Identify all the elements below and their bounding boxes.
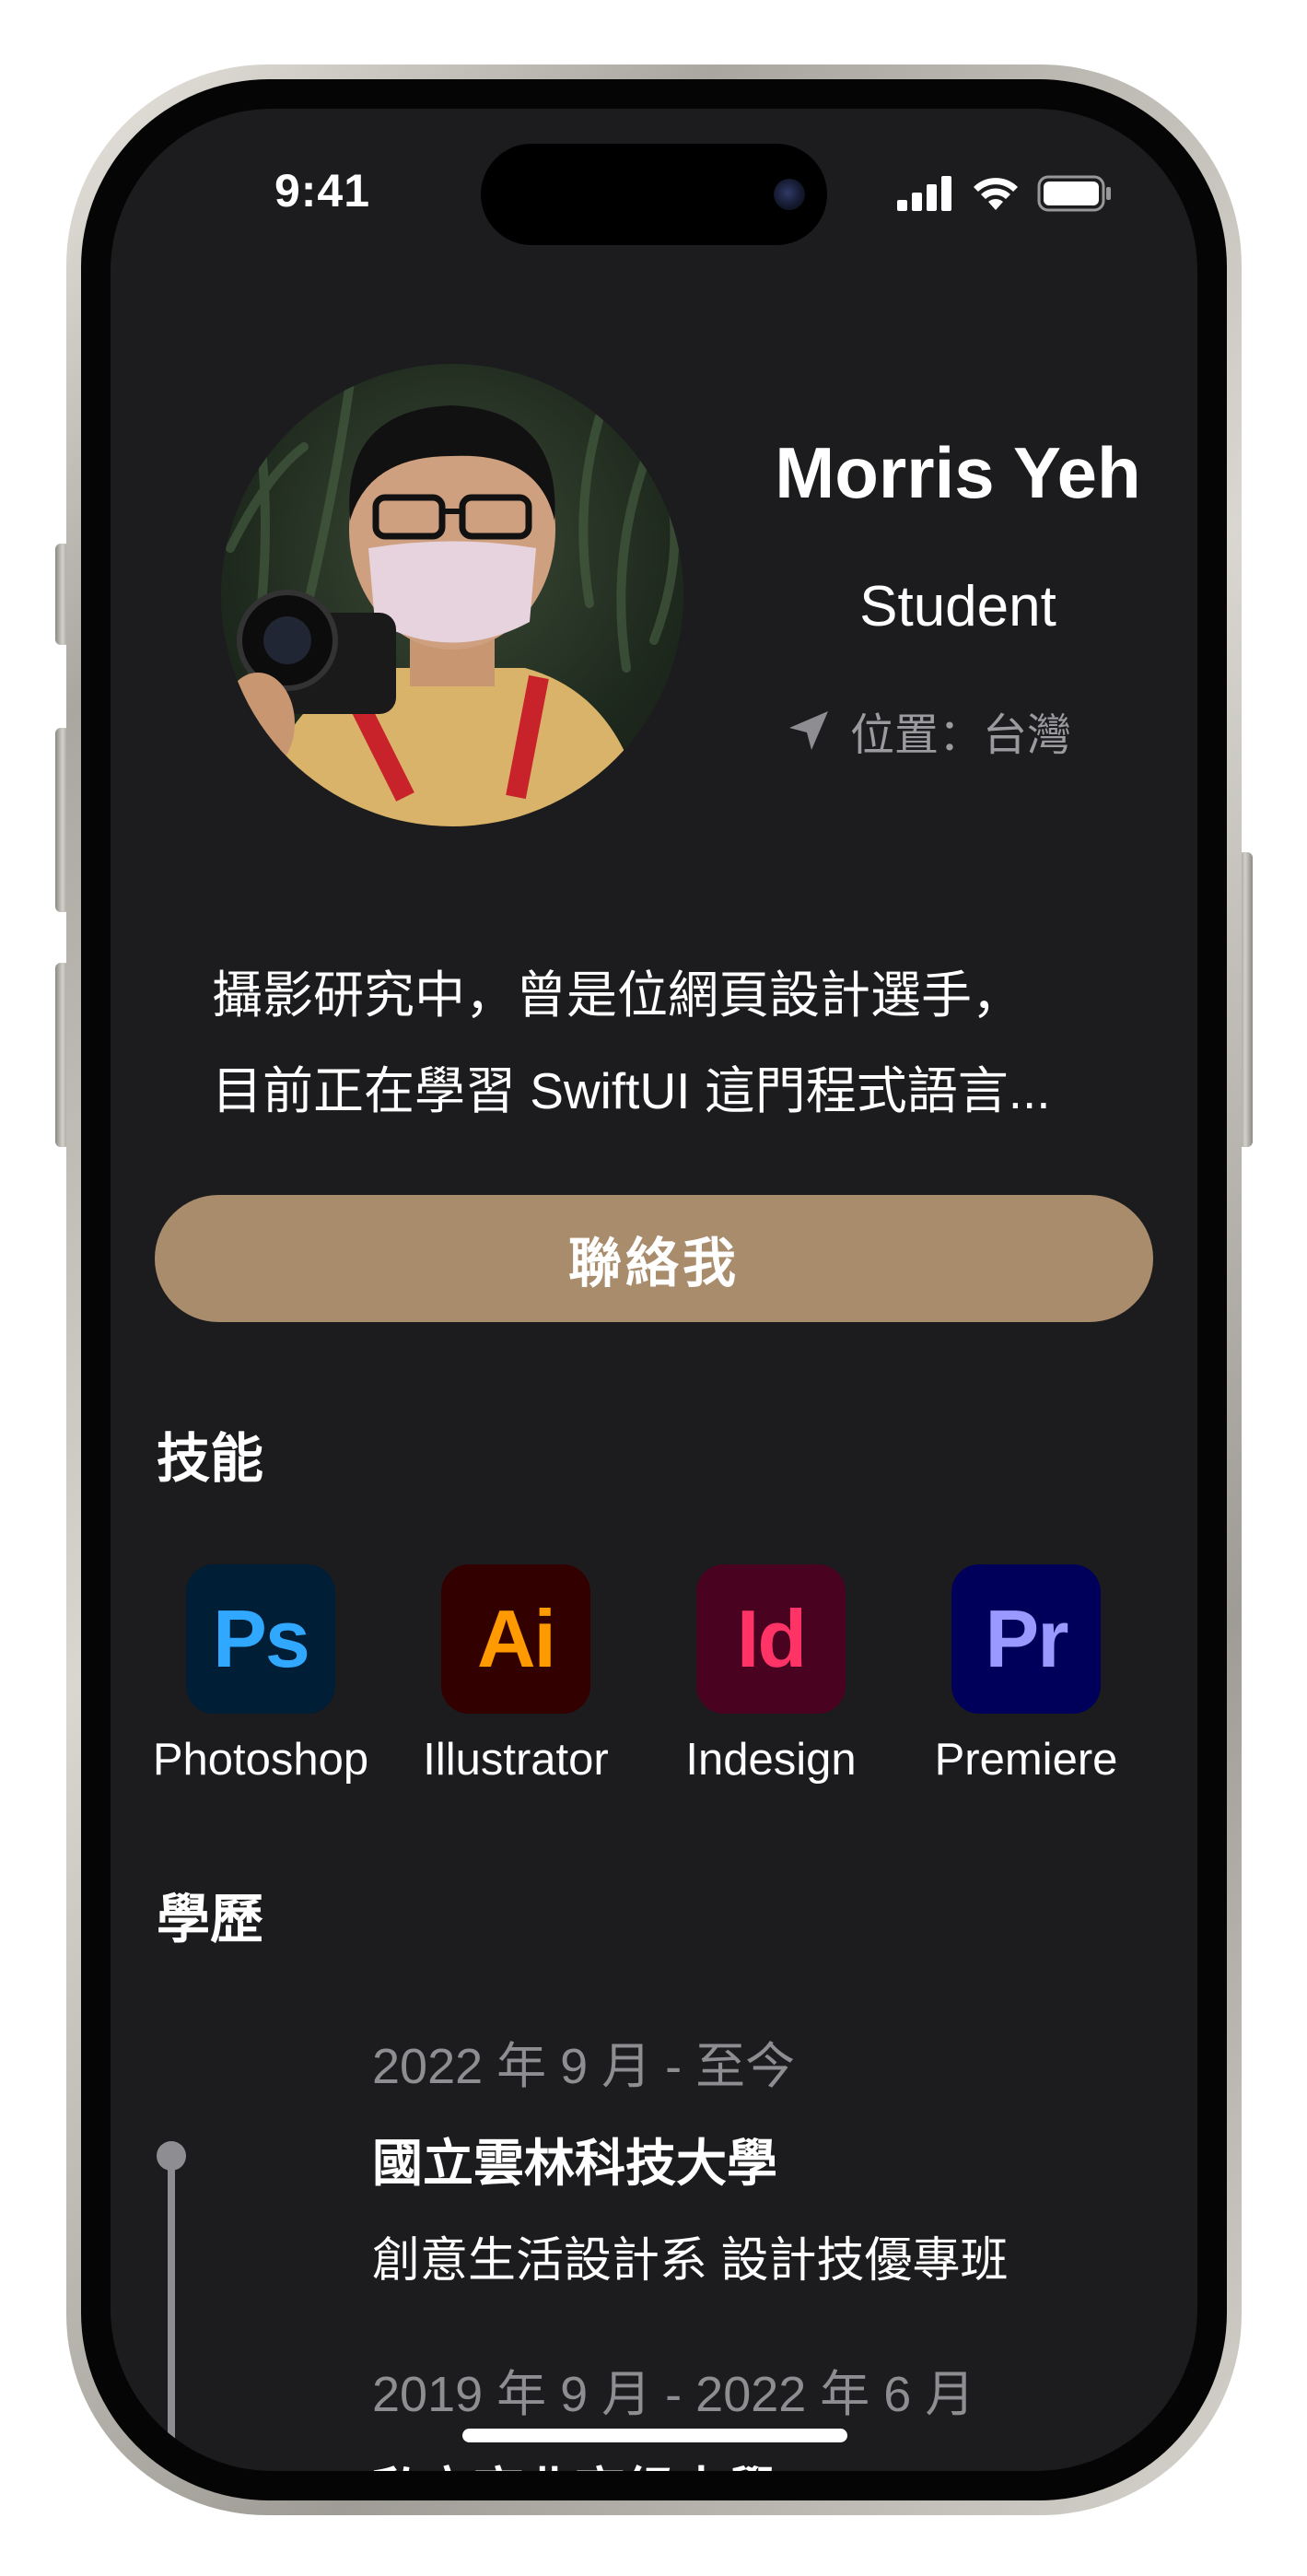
location-arrow-icon bbox=[789, 711, 828, 750]
skill-label: Photoshop bbox=[152, 1735, 369, 1785]
camera-icon bbox=[774, 179, 805, 210]
profile-bio: 攝影研究中，曾是位網頁設計選手， 目前正在學習 SwiftUI 這門程式語言..… bbox=[212, 947, 1096, 1139]
profile-name: Morris Yeh bbox=[775, 432, 1141, 513]
profile-role: Student bbox=[859, 575, 1056, 638]
indesign-icon: Id bbox=[696, 1564, 846, 1714]
skill-premiere[interactable]: Pr Premiere bbox=[898, 1564, 1154, 1786]
education-school: 私立高北高級中學 bbox=[372, 2450, 974, 2471]
premiere-icon: Pr bbox=[951, 1564, 1101, 1714]
bio-line: 攝影研究中，曾是位網頁設計選手， bbox=[212, 966, 1023, 1024]
profile-photo bbox=[221, 378, 680, 826]
bio-line: 目前正在學習 SwiftUI 這門程式語言... bbox=[212, 1062, 1051, 1119]
photoshop-icon: Ps bbox=[186, 1564, 335, 1714]
status-icons bbox=[897, 175, 1113, 212]
education-item: 2022 年 9 月 - 至今 國立雲林科技大學 創意生活設計系 設計技優專班 bbox=[372, 2025, 1008, 2290]
education-period: 2019 年 9 月 - 2022 年 6 月 bbox=[372, 2367, 975, 2422]
status-time: 9:41 bbox=[274, 165, 371, 217]
education-title: 學歷 bbox=[157, 1890, 264, 1950]
profile-location: 位置：台灣 bbox=[788, 698, 1071, 763]
skills-title: 技能 bbox=[157, 1429, 264, 1489]
avatar bbox=[221, 364, 683, 826]
education-school: 國立雲林科技大學 bbox=[372, 2135, 778, 2192]
skill-abbr: Ai bbox=[477, 1593, 556, 1684]
skill-illustrator[interactable]: Ai Illustrator bbox=[388, 1564, 644, 1786]
education-department: 創意生活設計系 設計技優專班 bbox=[372, 2234, 1009, 2288]
battery-icon bbox=[1037, 175, 1111, 212]
cellular-signal-icon bbox=[897, 176, 951, 211]
skill-label: Premiere bbox=[934, 1735, 1118, 1785]
timeline-dot bbox=[157, 2141, 186, 2171]
timeline-line bbox=[168, 2156, 175, 2471]
education-item: 2019 年 9 月 - 2022 年 6 月 私立高北高級中學 bbox=[372, 2353, 974, 2471]
skill-abbr: Ps bbox=[213, 1593, 310, 1684]
contact-me-button[interactable]: 聯絡我 bbox=[155, 1195, 1153, 1322]
skill-abbr: Pr bbox=[985, 1593, 1069, 1684]
dynamic-island bbox=[481, 144, 827, 245]
skill-abbr: Id bbox=[736, 1593, 807, 1684]
skill-label: Illustrator bbox=[423, 1735, 609, 1785]
skill-indesign[interactable]: Id Indesign bbox=[643, 1564, 899, 1786]
education-period: 2022 年 9 月 - 至今 bbox=[372, 2039, 796, 2094]
skill-photoshop[interactable]: Ps Photoshop bbox=[133, 1564, 389, 1786]
home-indicator[interactable] bbox=[462, 2429, 847, 2442]
skill-label: Indesign bbox=[685, 1735, 857, 1785]
wifi-icon bbox=[974, 178, 1018, 210]
location-text: 位置：台灣 bbox=[850, 711, 1072, 760]
screen: 9:41 Morris Yeh Student 位置：台灣 攝影研究中，曾是位網… bbox=[111, 109, 1197, 2471]
illustrator-icon: Ai bbox=[441, 1564, 590, 1714]
